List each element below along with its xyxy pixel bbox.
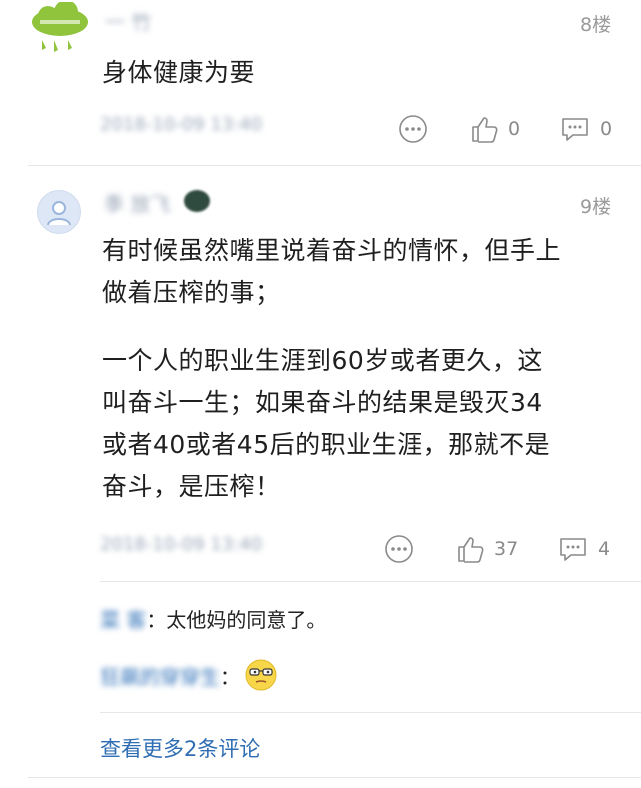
reply-author[interactable]: 菜 客 bbox=[100, 608, 146, 632]
comment-text: 身体健康为要 bbox=[102, 58, 256, 87]
thumbs-up-icon bbox=[458, 537, 484, 563]
user-badge-icon bbox=[184, 190, 210, 212]
avatar[interactable] bbox=[37, 190, 81, 234]
comment-9: 季 放飞 9楼 有时候虽然嘴里说着奋斗的情怀，但手上 做着压榨的事； 一个人的职… bbox=[0, 166, 641, 788]
floor-number: 9楼 bbox=[580, 196, 612, 218]
divider bbox=[28, 777, 641, 778]
like-button[interactable]: 37 bbox=[456, 534, 518, 564]
user-name[interactable]: 季 放飞 bbox=[104, 188, 170, 217]
divider bbox=[100, 712, 641, 713]
divider bbox=[100, 581, 641, 582]
comment-line: 或者40或者45后的职业生涯，那就不是 bbox=[102, 430, 551, 459]
reply-count: 0 bbox=[600, 118, 613, 140]
thumbs-up-icon bbox=[472, 117, 498, 143]
comment-text: 有时候虽然嘴里说着奋斗的情怀，但手上 做着压榨的事； 一个人的职业生涯到60岁或… bbox=[102, 230, 632, 508]
reply-item[interactable]: 狂飙的穿穿生： bbox=[100, 658, 278, 692]
like-count: 0 bbox=[508, 118, 521, 140]
more-options-button[interactable] bbox=[384, 534, 414, 568]
comment-icon bbox=[560, 538, 586, 561]
view-more-replies-link[interactable]: 查看更多2条评论 bbox=[100, 733, 260, 763]
cloud-avatar-icon bbox=[32, 0, 88, 52]
reply-button[interactable]: 4 bbox=[558, 534, 610, 564]
reply-text: 太他妈的同意了。 bbox=[166, 608, 327, 632]
timestamp: 2018-10-09 13:40 bbox=[100, 114, 263, 135]
comment-line: 叫奋斗一生；如果奋斗的结果是毁灭34 bbox=[102, 388, 543, 417]
more-options-icon bbox=[399, 115, 427, 143]
sunglasses-emoji-icon bbox=[245, 659, 277, 691]
comment-line: 奋斗，是压榨！ bbox=[102, 472, 281, 501]
reply-author[interactable]: 狂飙的穿穿生 bbox=[100, 661, 220, 690]
comment-icon bbox=[562, 118, 588, 141]
floor-number: 8楼 bbox=[580, 14, 612, 36]
reply-button[interactable]: 0 bbox=[560, 114, 612, 144]
timestamp: 2018-10-09 13:40 bbox=[100, 534, 263, 555]
more-options-button[interactable] bbox=[398, 114, 428, 148]
user-name[interactable]: 一 竹 bbox=[105, 6, 151, 35]
comment-line: 做着压榨的事； bbox=[102, 278, 281, 307]
reply-count: 4 bbox=[598, 538, 611, 560]
avatar[interactable] bbox=[28, 0, 92, 56]
reply-separator: ： bbox=[220, 664, 240, 689]
reply-item[interactable]: 菜 客：太他妈的同意了。 bbox=[100, 604, 326, 633]
more-options-icon bbox=[385, 535, 413, 563]
comment-line: 有时候虽然嘴里说着奋斗的情怀，但手上 bbox=[102, 236, 562, 265]
like-button[interactable]: 0 bbox=[470, 114, 520, 144]
default-avatar-icon bbox=[47, 201, 71, 226]
reply-separator: ： bbox=[146, 608, 167, 632]
comment-8: 一 竹 8楼 身体健康为要 2018-10-09 13:40 0 0 bbox=[0, 0, 641, 165]
like-count: 37 bbox=[494, 538, 519, 560]
comment-line: 一个人的职业生涯到60岁或者更久，这 bbox=[102, 346, 543, 375]
